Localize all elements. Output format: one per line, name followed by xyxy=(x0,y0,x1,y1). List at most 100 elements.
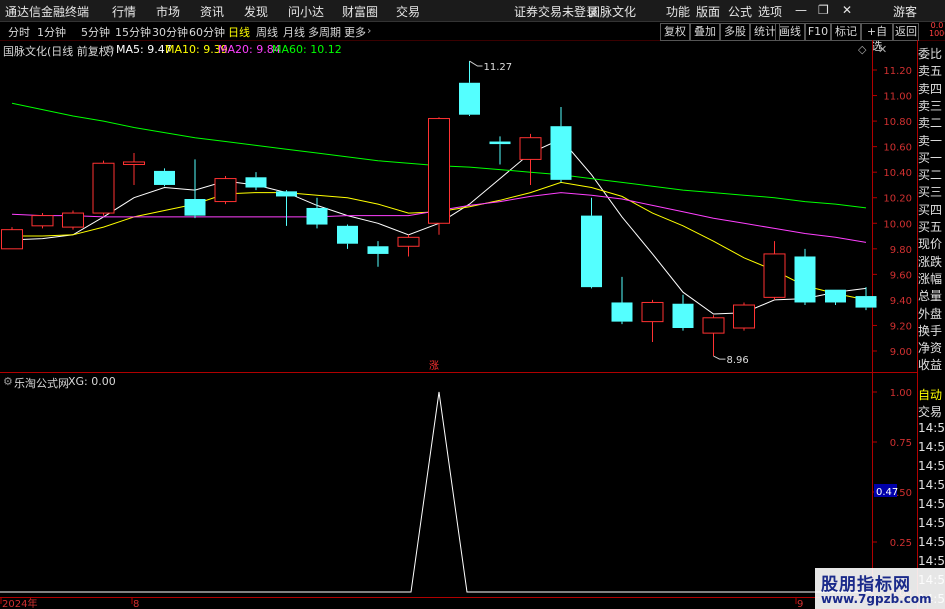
candle-body-down xyxy=(550,126,572,180)
candle-body-down xyxy=(672,303,694,329)
period-toolbar: 分时 1分钟 5分钟 15分钟 30分钟 60分钟 日线 周线 月线 多周期 更… xyxy=(0,22,945,53)
overlay-button[interactable]: 叠加 xyxy=(690,23,720,41)
menu-item-formula[interactable]: 公式 xyxy=(728,3,752,20)
candle-body-down xyxy=(825,289,846,303)
price-tick-label: 10.20 xyxy=(883,194,912,205)
app-title: 通达信金融终端 xyxy=(5,5,90,19)
trade-time: 14:56 xyxy=(918,516,945,530)
menu-item-quotes[interactable]: 行情 xyxy=(112,3,136,20)
trade-time: 14:56 xyxy=(918,497,945,511)
period-tab-multi[interactable]: 多周期 xyxy=(308,24,341,40)
trade-label: 交易 xyxy=(918,405,943,419)
collapse-icon[interactable]: ◇ xyxy=(858,43,866,56)
candle-body-up xyxy=(62,212,84,228)
quote-label: 外盘 xyxy=(918,306,943,321)
candle-body-up xyxy=(641,301,664,323)
candle-body-down xyxy=(245,177,267,188)
menu-item-ask[interactable]: 问小达 xyxy=(288,3,324,20)
candle-body-down xyxy=(459,82,480,115)
candle-body-down xyxy=(611,302,633,322)
candle-body-up xyxy=(702,317,725,334)
price-tick-label: 10.60 xyxy=(883,143,912,154)
candle-body-up xyxy=(428,118,450,224)
low-pointer xyxy=(713,355,726,360)
trade-time: 14:56 xyxy=(918,554,945,568)
quote-label: 卖五 xyxy=(918,64,943,79)
candle-body-down xyxy=(276,191,297,197)
quote-label: 总量 xyxy=(918,289,943,304)
xg-indicator-line xyxy=(0,391,872,593)
auto-label: 自动 xyxy=(918,388,943,402)
period-tab-monthly[interactable]: 月线 xyxy=(283,24,305,40)
candle-body-up xyxy=(519,137,542,160)
period-tab-30min[interactable]: 30分钟 xyxy=(152,24,188,40)
period-tab-1min[interactable]: 1分钟 xyxy=(37,24,66,40)
add-watchlist-button[interactable]: +自选 xyxy=(861,23,893,53)
indicator-tick-label: 0.25 xyxy=(890,538,912,549)
period-tab-5min[interactable]: 5分钟 xyxy=(81,24,110,40)
back-button[interactable]: 返回 xyxy=(893,23,919,41)
price-tick-label: 9.60 xyxy=(890,270,912,281)
candle-body-down xyxy=(367,246,389,254)
quote-label: 委比 xyxy=(918,47,943,61)
period-tab-timeshare[interactable]: 分时 xyxy=(8,24,30,40)
price-tick-label: 10.80 xyxy=(883,117,912,128)
quote-label: 买五 xyxy=(918,220,943,234)
trade-time: 14:56 xyxy=(918,421,945,435)
minimize-icon[interactable]: — xyxy=(795,3,807,17)
more-arrow-icon[interactable]: › xyxy=(367,24,371,37)
candle-body-up xyxy=(1,229,23,250)
indicator-settings-icon[interactable]: ⚙ xyxy=(3,375,13,388)
candle-body-down xyxy=(794,256,816,303)
quote-label: 净资 xyxy=(918,341,943,356)
period-tab-15min[interactable]: 15分钟 xyxy=(115,24,151,40)
mark-button[interactable]: 标记 xyxy=(831,23,861,41)
candle-body-down xyxy=(489,141,511,145)
price-tick-label: 9.40 xyxy=(890,296,912,307)
quote-label: 卖三 xyxy=(918,98,943,113)
period-tab-60min[interactable]: 60分钟 xyxy=(189,24,225,40)
multi-stock-button[interactable]: 多股 xyxy=(720,23,750,41)
candle-body-down xyxy=(581,215,602,288)
close-icon[interactable]: ✕ xyxy=(842,3,852,17)
guest-button[interactable]: 游客 xyxy=(893,3,917,20)
candle-body-up xyxy=(123,161,145,166)
quote-label: 买二 xyxy=(918,168,943,183)
candle-body-down xyxy=(184,199,206,216)
settings-icon[interactable]: ⚙ xyxy=(105,43,115,56)
candle-body-down xyxy=(306,207,328,225)
period-tab-weekly[interactable]: 周线 xyxy=(256,24,278,40)
panel-close-icon[interactable]: ✕ xyxy=(878,43,887,56)
period-tab-daily[interactable]: 日线 xyxy=(228,24,250,40)
candle-body-up xyxy=(763,253,786,298)
candle-body-down xyxy=(154,170,175,185)
low-price-label: 8.96 xyxy=(727,355,749,366)
menu-item-layout[interactable]: 版面 xyxy=(696,3,720,20)
menu-item-news[interactable]: 资讯 xyxy=(200,3,224,20)
draw-line-button[interactable]: 画线 xyxy=(775,23,805,41)
quote-label: 买三 xyxy=(918,185,943,200)
ma-line-ma5 xyxy=(11,138,867,315)
candle-body-down xyxy=(337,225,358,244)
watermark: 股朋指标网 www.7gpzb.com xyxy=(815,568,945,609)
indicator-title: 乐淘公式网 xyxy=(14,377,69,390)
menu-item-market[interactable]: 市场 xyxy=(156,3,180,20)
menu-item-function[interactable]: 功能 xyxy=(666,3,690,20)
stock-name: 国脉文化 xyxy=(588,5,637,19)
quote-label: 买一 xyxy=(918,150,943,165)
candle-body-up xyxy=(214,178,237,203)
menu-item-options[interactable]: 选项 xyxy=(758,3,782,20)
menu-item-wealth[interactable]: 财富圈 xyxy=(342,3,378,20)
f10-button[interactable]: F10 xyxy=(805,23,831,41)
price-tick-label: 9.00 xyxy=(890,347,912,358)
menu-item-trade[interactable]: 交易 xyxy=(396,3,420,20)
watermark-url: www.7gpzb.com xyxy=(821,592,932,606)
menu-item-discover[interactable]: 发现 xyxy=(244,3,268,20)
restore-icon[interactable]: ❐ xyxy=(818,3,829,17)
quote-label: 卖一 xyxy=(918,133,943,148)
ma5-label: MA5: 9.47 xyxy=(116,43,172,56)
adjust-button[interactable]: 复权 xyxy=(660,23,690,41)
trade-time: 14:56 xyxy=(918,535,945,549)
quote-label: 换手 xyxy=(918,323,943,338)
period-tab-more[interactable]: 更多 xyxy=(344,24,366,40)
